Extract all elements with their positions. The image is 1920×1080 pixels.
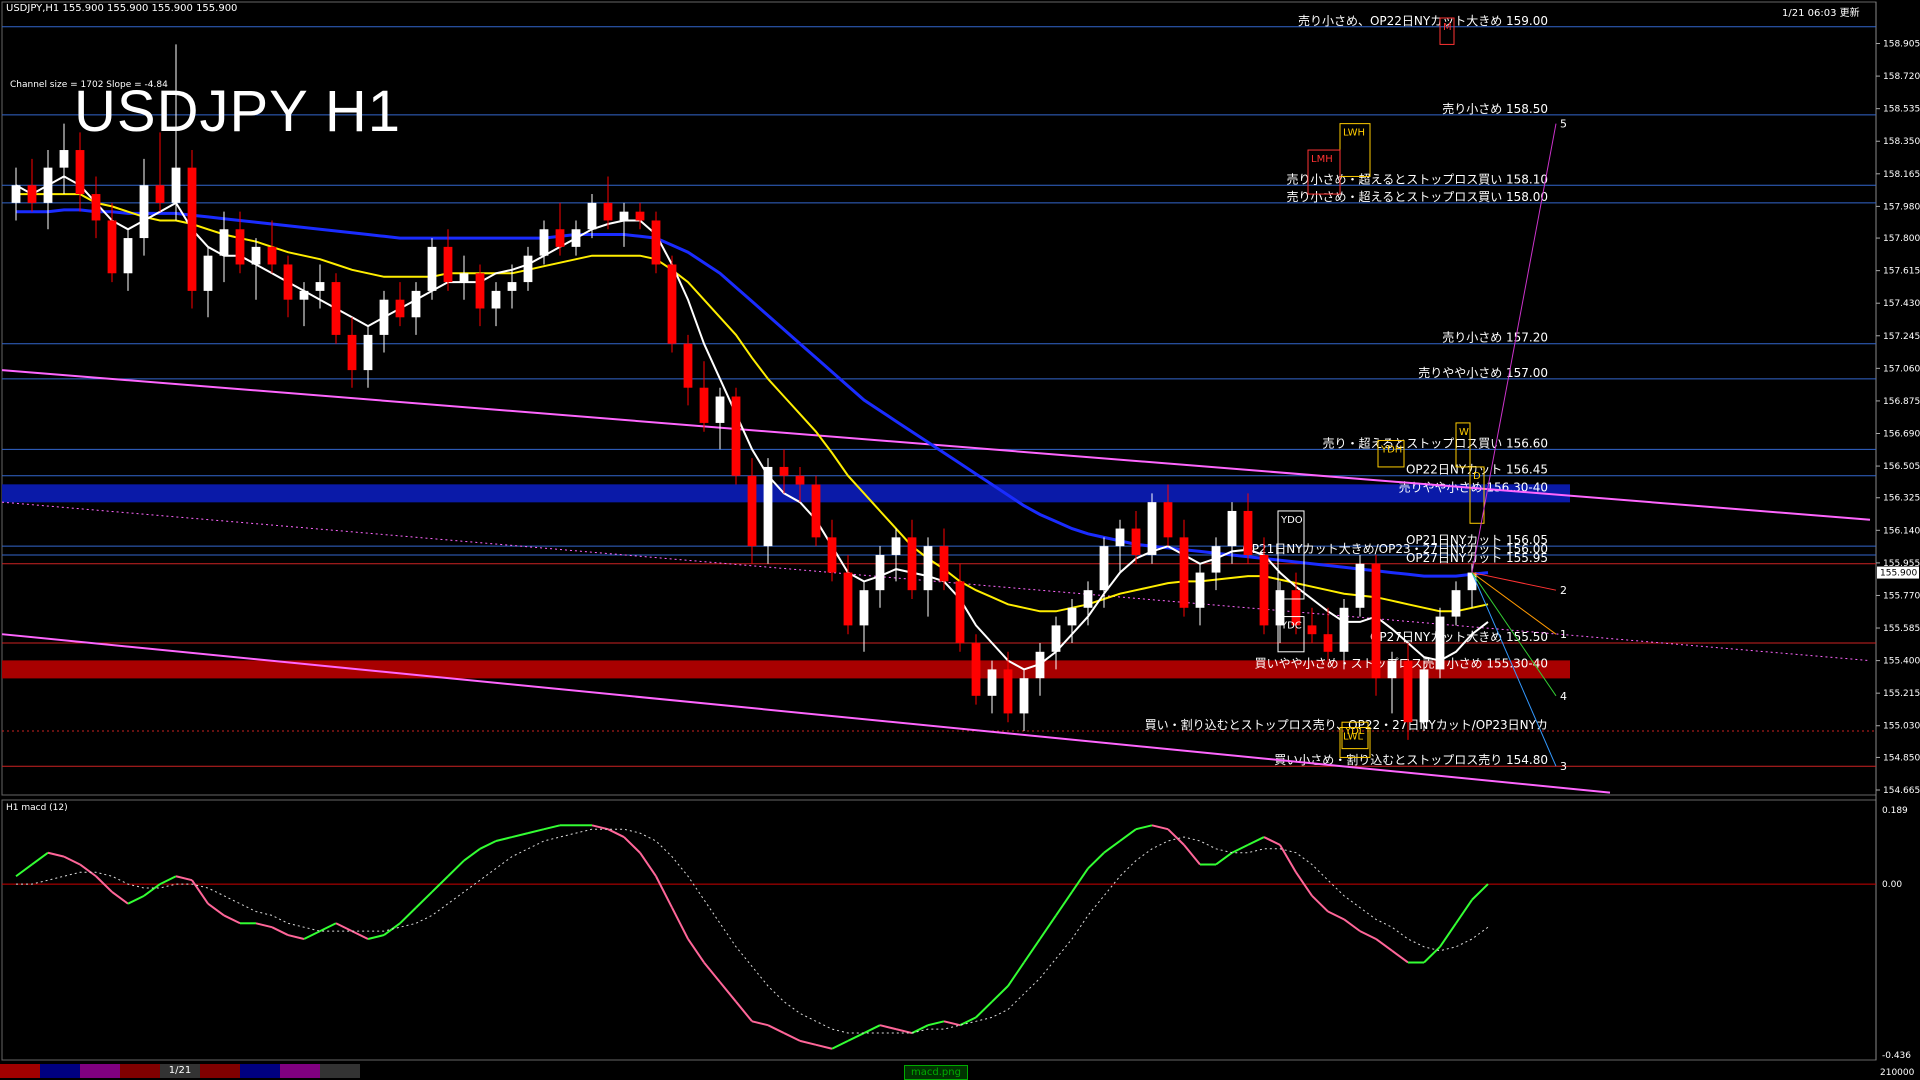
wave-label: 3 [1560,760,1567,773]
candle [1419,660,1429,732]
candle [971,634,981,705]
wave-label: 2 [1560,584,1567,597]
level-label: 売り小さめ 157.20 [1442,330,1548,345]
price-tick: 158.165 [1883,170,1920,180]
candle [331,273,341,344]
price-tick: 156.505 [1883,462,1920,472]
candle [1435,607,1445,679]
price-tick: 158.350 [1883,137,1920,147]
price-tick: 156.140 [1883,526,1920,536]
timeframe-tab[interactable] [80,1064,120,1078]
candle [731,387,741,485]
lmh-box-label: LMH [1311,154,1333,165]
current-price: 155.900 [1880,569,1917,579]
candle [1355,554,1365,617]
candle [1371,554,1381,696]
ydh-box-label: YDH [1380,445,1402,456]
timeframe-tab[interactable] [40,1064,80,1078]
price-tick: 157.430 [1883,299,1920,309]
update-datetime: 1/21 06:03 更新 [1782,8,1860,19]
price-tick: 154.850 [1883,753,1920,763]
level-label: 売りやや小さめ 157.00 [1418,365,1548,380]
m-box-label: M [1443,22,1452,33]
level-label: 売り小さめ・超えるとストップロス買い 158.10 [1287,171,1548,186]
lwh-box-label: LWH [1343,128,1365,139]
candle [427,238,437,300]
level-label: OP27日NYカット 155.95 [1406,551,1548,565]
candle [811,475,821,547]
price-tick: 155.030 [1883,722,1920,732]
price-tick: 155.770 [1883,591,1920,601]
candle [667,255,677,353]
ydo-box-label: YDO [1280,515,1303,526]
price-tick: 155.585 [1883,624,1920,634]
price-tick: 156.690 [1883,429,1920,439]
price-tick: 157.800 [1883,234,1920,244]
wave-label: 5 [1560,118,1567,131]
wave-label: 1 [1560,628,1567,641]
macd-label: H1 macd (12) [6,803,68,813]
d-box-label: D [1473,471,1481,482]
price-tick: 155.400 [1883,657,1920,667]
price-tick: 158.720 [1883,72,1920,82]
w-box-label: W [1459,427,1469,438]
timeframe-tab[interactable] [280,1064,320,1078]
price-tick: 158.535 [1883,105,1920,115]
lwl-box-label: LWL [1343,732,1364,743]
price-tick: 158.905 [1883,40,1920,50]
price-tick: 155.215 [1883,689,1920,699]
level-label: 売り小さめ 158.50 [1442,101,1548,116]
chart-title: USDJPY H1 [74,79,402,144]
macd-tick: -0.436 [1882,1051,1911,1061]
timeframe-tab[interactable] [240,1064,280,1078]
macd-tab[interactable]: macd.png [904,1065,968,1080]
timeframe-tabs[interactable]: 1/21 [0,1064,360,1078]
level-label: 買いやや小さめ・ストップロス売り小さめ 155.30-40 [1255,655,1548,670]
symbol-info: USDJPY,H1 155.900 155.900 155.900 155.90… [6,3,238,14]
timeframe-tab[interactable] [320,1064,360,1078]
timeframe-tab[interactable] [200,1064,240,1078]
wave-label: 4 [1560,690,1567,703]
macd-tick: 0.00 [1882,880,1902,890]
price-tick: 157.615 [1883,267,1920,277]
macd-bottom-label: 210000 [1880,1068,1915,1078]
timeframe-tab[interactable]: 1/21 [160,1064,200,1078]
timeframe-tab[interactable] [0,1064,40,1078]
macd-tick: 0.189 [1882,806,1908,816]
level-label: 売り小さめ・超えるとストップロス買い 158.00 [1287,189,1548,204]
level-label: 売り小さめ、OP22日NYカット大きめ 159.00 [1298,13,1548,28]
level-label: 買い小さめ・割り込むとストップロス売り 154.80 [1274,752,1548,767]
timeframe-tab[interactable] [120,1064,160,1078]
candle [651,211,661,274]
price-tick: 156.325 [1883,494,1920,504]
chart-canvas[interactable]: 売り小さめ、OP22日NYカット大きめ 159.00 売り小さめ 158.50 売り… [0,0,1920,1080]
price-tick: 156.875 [1883,397,1920,407]
price-tick: 157.060 [1883,364,1920,374]
price-tick: 154.665 [1883,786,1920,796]
level-label: 売り・超えるとストップロス買い 156.60 [1323,435,1548,450]
candle [187,150,197,309]
candle [1147,493,1157,564]
price-tick: 157.980 [1883,202,1920,212]
ydc-box-label: YDC [1280,621,1302,632]
price-tick: 157.245 [1883,332,1920,342]
